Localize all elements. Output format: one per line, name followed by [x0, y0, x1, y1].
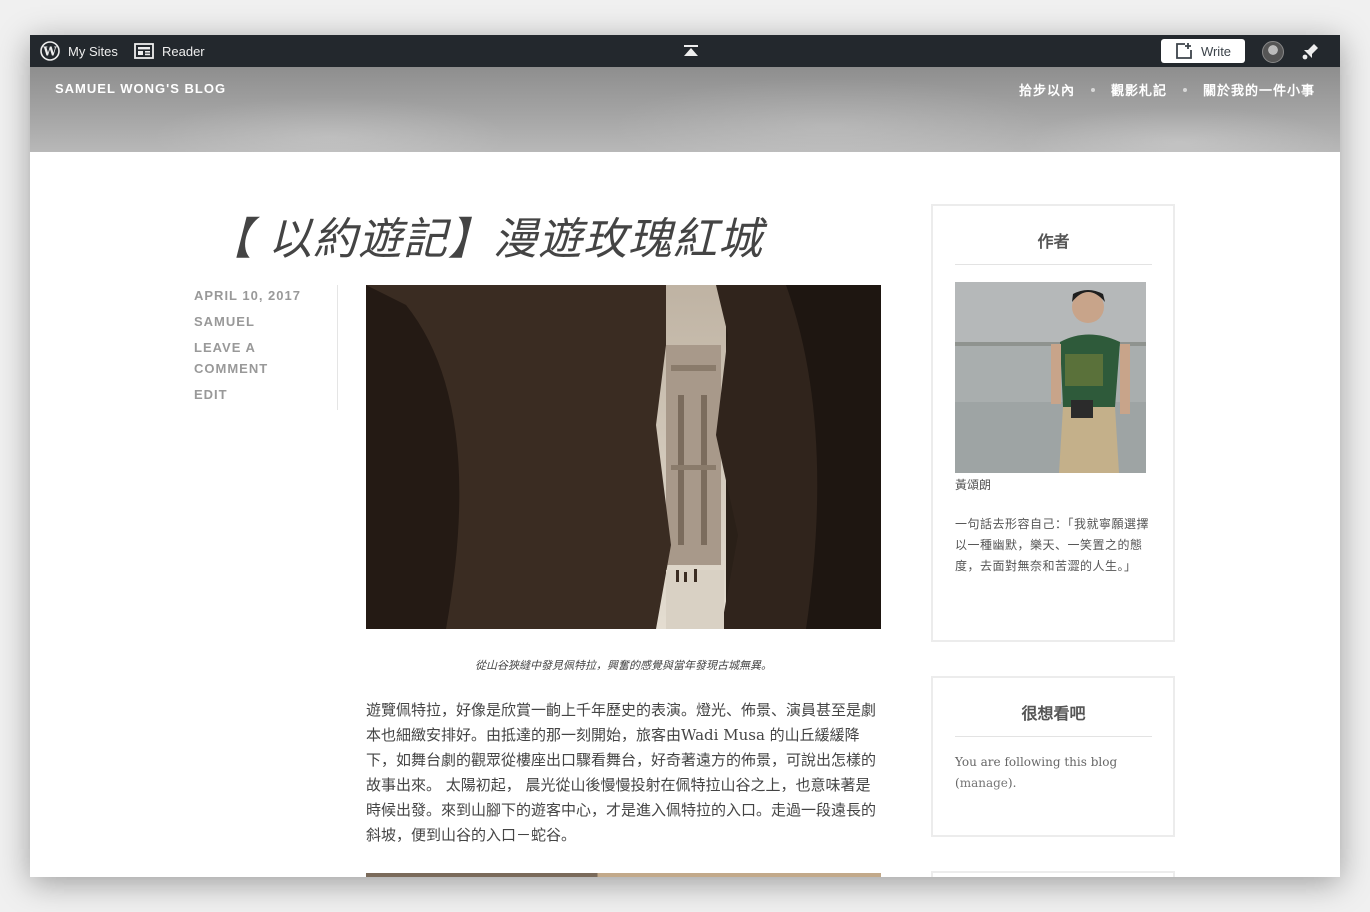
nav-item-film-notes[interactable]: 觀影札記 — [1111, 80, 1167, 99]
follow-widget-title: 很想看吧 — [955, 700, 1152, 737]
write-icon — [1176, 43, 1192, 59]
post-body: 遊覽佩特拉，好像是欣賞一齣上千年歷史的表演。燈光、佈景、演員甚至是劇本也細緻安排… — [366, 701, 877, 844]
follow-status-end: ). — [1007, 776, 1017, 790]
collapse-toggle[interactable] — [684, 35, 706, 67]
post-meta: APRIL 10, 2017 SAMUEL LEAVE A COMMENT ED… — [194, 285, 334, 410]
svg-text:W: W — [42, 45, 57, 59]
next-image-preview — [366, 873, 881, 877]
nav-separator — [1090, 87, 1095, 92]
image-caption: 從山谷狹縫中發見佩特拉，興奮的感覺與當年發現古城無異。 — [475, 659, 772, 672]
wordpress-icon: W — [40, 41, 60, 61]
reader-button[interactable]: Reader — [134, 35, 205, 67]
leave-comment-link[interactable]: LEAVE A COMMENT — [194, 337, 334, 379]
nav-item-about[interactable]: 關於我的一件小事 — [1203, 80, 1315, 99]
admin-bar: W My Sites Reader Write — [30, 35, 1340, 67]
user-avatar[interactable] — [1262, 41, 1284, 63]
manage-link[interactable]: manage — [960, 776, 1008, 790]
featured-image — [366, 285, 881, 629]
notifications-bell[interactable] — [1300, 42, 1320, 65]
author-widget: 作者 黃頌朗 一句話去形容自己：「我就寧願選擇以一種幽默，樂天、一笑置之的態度，… — [931, 204, 1175, 642]
bell-icon — [1302, 44, 1318, 60]
browser-window: W My Sites Reader Write SAMUEL WONG'S BL… — [30, 35, 1340, 877]
author-widget-title: 作者 — [955, 228, 1152, 265]
meta-divider — [337, 285, 338, 410]
collapse-up-icon — [684, 45, 698, 56]
author-bio: 一句話去形容自己：「我就寧願選擇以一種幽默，樂天、一笑置之的態度，去面對無奈和苦… — [955, 517, 1150, 573]
reader-icon — [134, 43, 154, 59]
follow-widget: 很想看吧 You are following this blog (manage… — [931, 676, 1175, 837]
nav-item-walks[interactable]: 拾步以內 — [1019, 80, 1075, 99]
post-author[interactable]: SAMUEL — [194, 311, 334, 332]
write-label: Write — [1200, 43, 1232, 59]
write-button[interactable]: Write — [1161, 39, 1245, 63]
author-photo — [955, 282, 1146, 473]
primary-navigation: 拾步以內 觀影札記 關於我的一件小事 — [1019, 80, 1315, 99]
nav-separator — [1182, 87, 1187, 92]
my-sites-label: My Sites — [68, 43, 118, 59]
post-title: 【 以約遊記】漫遊玫瑰紅城 — [208, 214, 763, 265]
site-header: SAMUEL WONG'S BLOG 拾步以內 觀影札記 關於我的一件小事 — [30, 67, 1340, 152]
edit-link[interactable]: EDIT — [194, 384, 334, 405]
my-sites-button[interactable]: W My Sites — [40, 35, 118, 67]
follow-status: You are following this blog (manage). — [955, 752, 1155, 794]
post-date[interactable]: APRIL 10, 2017 — [194, 285, 334, 306]
author-name: 黃頌朗 — [955, 478, 992, 492]
reader-label: Reader — [162, 43, 205, 59]
sidebar-widget — [931, 871, 1175, 877]
site-title[interactable]: SAMUEL WONG'S BLOG — [55, 81, 226, 96]
